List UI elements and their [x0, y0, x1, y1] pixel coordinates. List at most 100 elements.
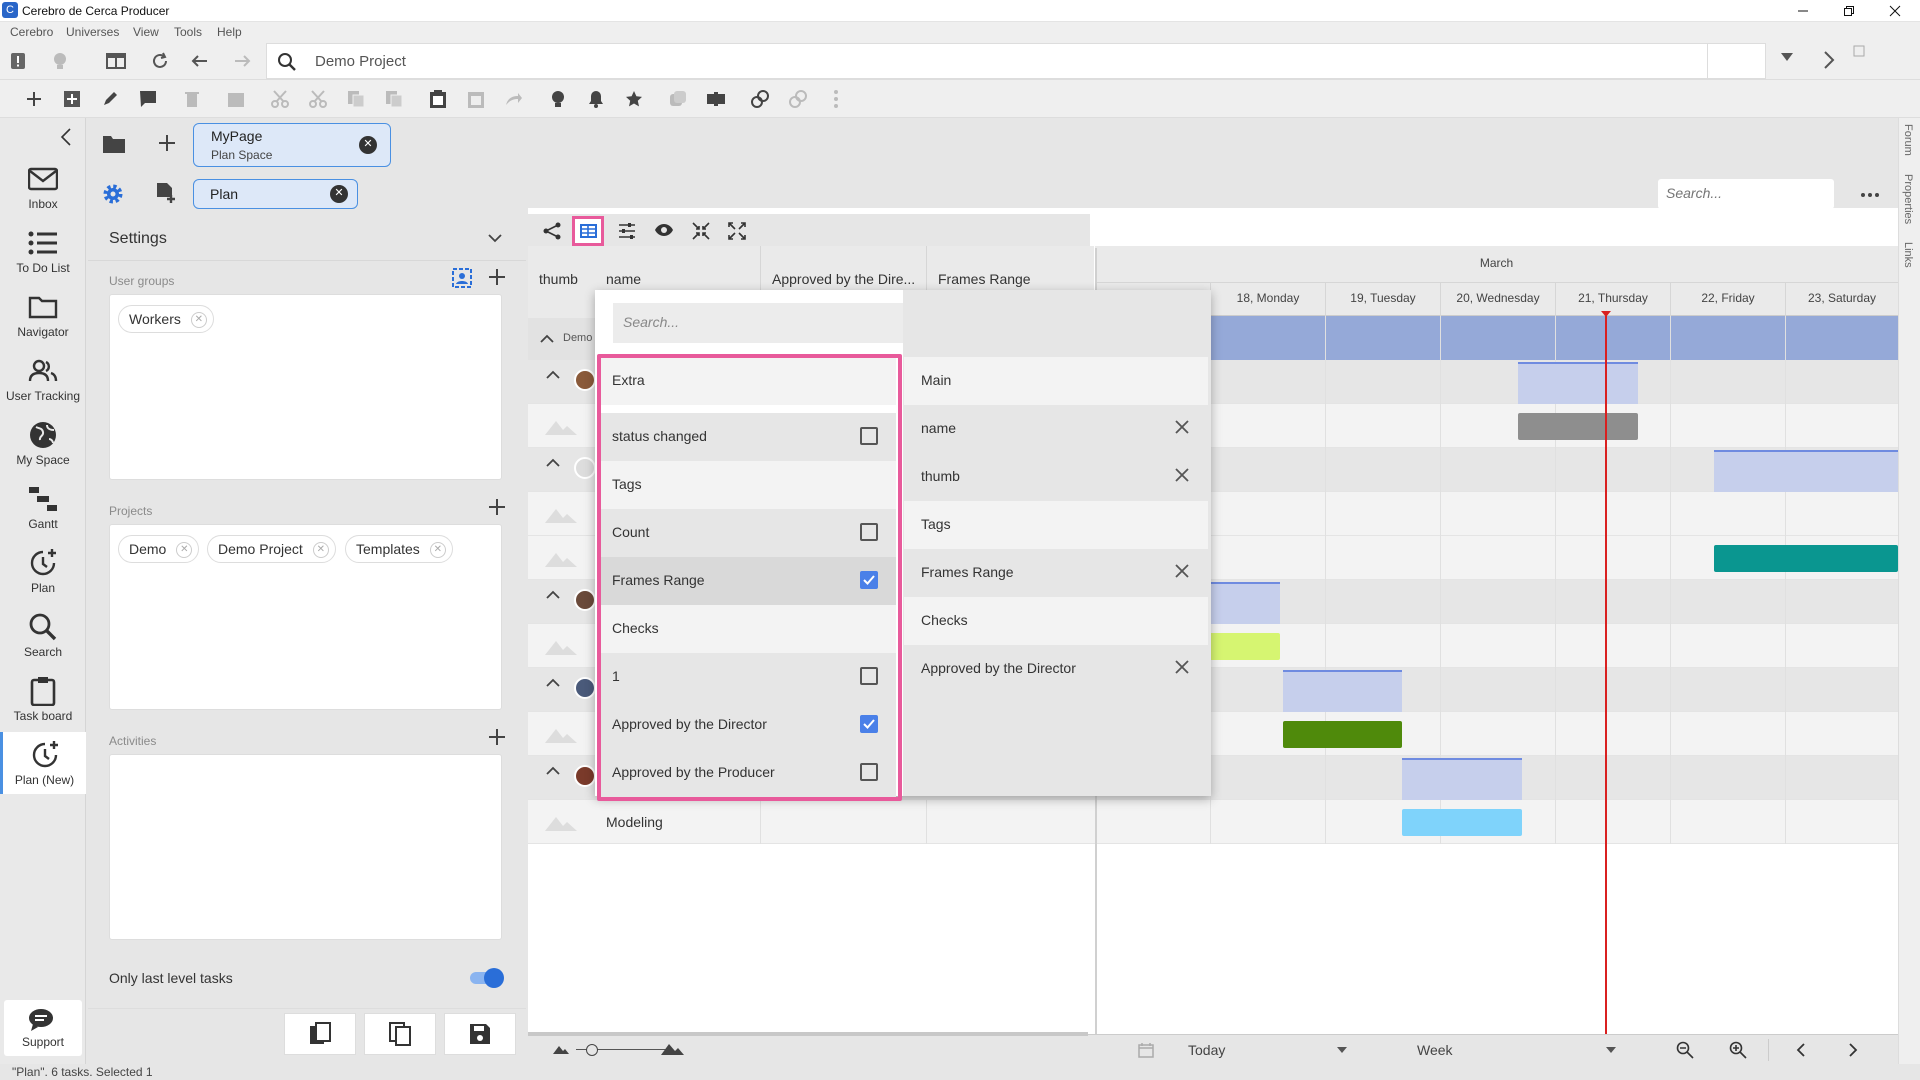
chevron-up-icon[interactable] — [546, 370, 560, 380]
columns-button[interactable] — [572, 216, 604, 246]
available-column-item[interactable]: 1 — [600, 653, 896, 701]
table-row[interactable] — [528, 800, 1898, 844]
nav-task-board[interactable]: Task board — [0, 668, 86, 730]
refresh-icon[interactable] — [146, 47, 174, 75]
more-options-icon[interactable] — [1860, 192, 1880, 198]
zoom-in-icon[interactable] — [1729, 1041, 1747, 1059]
notify-icon[interactable] — [582, 85, 610, 113]
menu-tools[interactable]: Tools — [174, 25, 202, 39]
available-column-item[interactable]: Count — [600, 509, 896, 557]
column-thumb[interactable]: thumb — [539, 271, 578, 287]
cut-icon[interactable] — [266, 85, 294, 113]
side-tab-forum[interactable]: Forum — [1902, 124, 1914, 156]
checkbox-unchecked[interactable] — [860, 763, 878, 781]
selected-column-item[interactable]: thumb — [904, 453, 1208, 501]
menu-universes[interactable]: Universes — [66, 25, 119, 39]
nav-navigator[interactable]: Navigator — [0, 284, 86, 346]
paste-settings-button[interactable] — [284, 1013, 356, 1055]
checkbox-unchecked[interactable] — [860, 427, 878, 445]
only-last-level-toggle[interactable] — [468, 968, 504, 988]
alert-icon[interactable] — [4, 47, 32, 75]
delete-icon[interactable] — [178, 85, 206, 113]
copy-settings-button[interactable] — [364, 1013, 436, 1055]
chevron-up-icon[interactable] — [540, 334, 554, 344]
slider-knob[interactable] — [586, 1044, 598, 1056]
gantt-bar[interactable] — [1518, 362, 1638, 404]
zoom-out-icon[interactable] — [1676, 1041, 1694, 1059]
nav-my-space[interactable]: My Space — [0, 412, 86, 474]
folder-icon[interactable] — [102, 134, 126, 154]
gantt-bar[interactable] — [1402, 809, 1522, 836]
remove-column-icon[interactable] — [1174, 419, 1190, 435]
presentation-icon[interactable] — [702, 85, 730, 113]
zoom-out-image-icon[interactable] — [552, 1045, 570, 1055]
more-vertical-icon[interactable] — [822, 85, 850, 113]
save-settings-button[interactable] — [444, 1013, 516, 1055]
duplicate-icon[interactable] — [664, 85, 692, 113]
gantt-bar[interactable] — [1714, 545, 1898, 572]
nav-user-tracking[interactable]: User Tracking — [0, 348, 86, 410]
add-user-group-icon[interactable] — [488, 268, 506, 286]
close-window-button[interactable] — [1872, 0, 1918, 22]
menu-view[interactable]: View — [133, 25, 159, 39]
available-column-item[interactable]: Frames Range — [600, 557, 896, 605]
nav-search[interactable]: Search — [0, 604, 86, 666]
remove-chip-icon[interactable]: ✕ — [312, 542, 329, 558]
checkbox-unchecked[interactable] — [860, 667, 878, 685]
gantt-bar[interactable] — [1402, 758, 1522, 800]
remove-column-icon[interactable] — [1174, 467, 1190, 483]
checkbox-checked[interactable] — [860, 715, 878, 733]
link-icon[interactable] — [746, 85, 774, 113]
add-activity-icon[interactable] — [488, 728, 506, 746]
nav-gantt[interactable]: Gantt — [0, 476, 86, 538]
expand-all-icon[interactable] — [728, 222, 746, 240]
star-icon[interactable] — [620, 85, 648, 113]
tab-mypage[interactable]: MyPage Plan Space ✕ — [193, 123, 391, 167]
remove-chip-icon[interactable]: ✕ — [429, 542, 446, 558]
collapse-nav-icon[interactable] — [60, 127, 72, 147]
minimize-pane-icon[interactable] — [1853, 45, 1865, 57]
column-search-input[interactable]: Search... — [613, 303, 903, 343]
idea-icon[interactable] — [544, 85, 572, 113]
nav-inbox[interactable]: Inbox — [0, 156, 86, 218]
restore-button[interactable] — [1826, 0, 1872, 22]
remove-chip-icon[interactable]: ✕ — [190, 312, 207, 328]
calendar-icon[interactable] — [1138, 1042, 1154, 1058]
tab-plan[interactable]: Plan ✕ — [193, 179, 358, 209]
layout-icon[interactable] — [102, 47, 130, 75]
minimize-button[interactable] — [1780, 0, 1826, 22]
hierarchy-icon[interactable] — [543, 222, 561, 240]
date-select[interactable]: Today — [1188, 1042, 1348, 1060]
paste-link-icon[interactable] — [462, 85, 490, 113]
copy-link-icon[interactable] — [380, 85, 408, 113]
add-tab-icon[interactable] — [158, 134, 176, 152]
search-input[interactable] — [1658, 179, 1834, 209]
back-icon[interactable] — [185, 47, 213, 75]
nav-plan[interactable]: Plan — [0, 540, 86, 602]
copy-icon[interactable] — [342, 85, 370, 113]
add-icon[interactable] — [20, 85, 48, 113]
available-column-item[interactable]: Approved by the Director — [600, 701, 896, 749]
edit-icon[interactable] — [96, 85, 124, 113]
close-tab-icon[interactable]: ✕ — [330, 185, 348, 203]
menu-cerebro[interactable]: Cerebro — [10, 25, 53, 39]
selected-column-item[interactable]: Approved by the Director — [904, 645, 1208, 693]
task-name[interactable]: Modeling — [606, 814, 663, 830]
available-column-item[interactable]: Approved by the Producer — [600, 749, 896, 797]
add-project-icon[interactable] — [488, 498, 506, 516]
available-column-item[interactable]: status changed — [600, 413, 896, 461]
menu-help[interactable]: Help — [217, 25, 242, 39]
selected-column-item[interactable]: name — [904, 405, 1208, 453]
user-group-picker-icon[interactable] — [452, 268, 472, 288]
address-dropdown-icon[interactable] — [1780, 51, 1794, 63]
gantt-bar[interactable] — [1518, 413, 1638, 440]
selected-column-item[interactable]: Frames Range — [904, 549, 1208, 597]
new-document-icon[interactable] — [155, 182, 177, 204]
chevron-up-icon[interactable] — [546, 766, 560, 776]
collapse-all-icon[interactable] — [692, 222, 710, 240]
gantt-bar[interactable] — [1283, 670, 1402, 712]
gantt-bar[interactable] — [1283, 721, 1402, 748]
gear-icon[interactable] — [102, 183, 124, 205]
remove-column-icon[interactable] — [1174, 659, 1190, 675]
next-period-icon[interactable] — [1848, 1043, 1858, 1057]
